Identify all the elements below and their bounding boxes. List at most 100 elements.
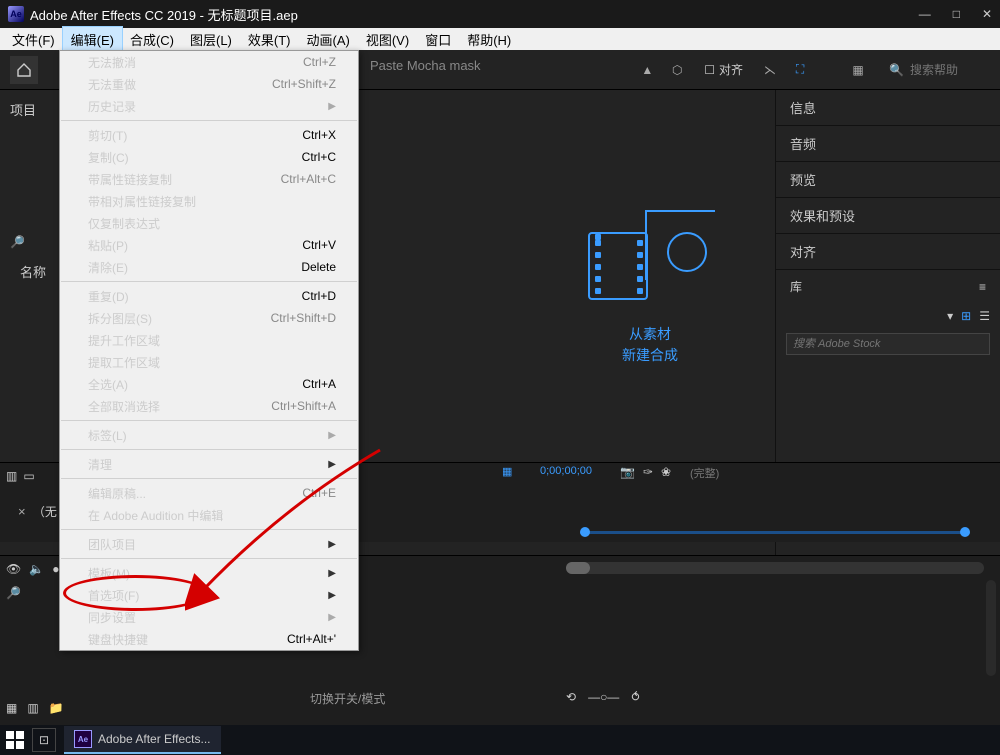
menu-item[interactable]: 首选项(F)▶	[60, 584, 358, 606]
search-icon: 🔍	[889, 63, 904, 77]
menu-item[interactable]: 重复(D)Ctrl+D	[60, 285, 358, 307]
footer-icon[interactable]: ▭	[23, 469, 34, 483]
resolution-label[interactable]: (完整)	[690, 465, 719, 481]
speaker-icon[interactable]: 🔈	[29, 562, 44, 576]
tool-icon[interactable]: ⛶	[789, 59, 811, 81]
menu-item: 在 Adobe Audition 中编辑	[60, 504, 358, 526]
minimize-button[interactable]: —	[919, 7, 931, 21]
panel-preview[interactable]: 预览	[776, 162, 1000, 198]
menu-help[interactable]: 帮助(H)	[459, 27, 519, 52]
project-panel-label: 项目	[6, 96, 53, 123]
snap-toggle[interactable]: ☐ 对齐	[696, 57, 751, 82]
menu-item[interactable]: 复制(C)Ctrl+C	[60, 146, 358, 168]
menu-animation[interactable]: 动画(A)	[299, 27, 358, 52]
menu-item: 带属性链接复制Ctrl+Alt+C	[60, 168, 358, 190]
time-navigator[interactable]	[560, 525, 980, 539]
menu-file[interactable]: 文件(F)	[4, 27, 63, 52]
camera-icon[interactable]: 📷	[620, 465, 635, 479]
menu-item[interactable]: 剪切(T)Ctrl+X	[60, 124, 358, 146]
start-button[interactable]	[6, 731, 24, 749]
footer-icon[interactable]: ▥	[6, 469, 17, 483]
panel-audio[interactable]: 音频	[776, 126, 1000, 162]
toggle-icon[interactable]: —○—	[588, 690, 619, 704]
menu-item: 无法重做Ctrl+Shift+Z	[60, 73, 358, 95]
placeholder-line2: 新建合成	[560, 345, 740, 366]
panel-menu-icon[interactable]: ≡	[979, 280, 986, 294]
workspace-icon[interactable]: ▦	[847, 59, 869, 81]
maximize-button[interactable]: □	[953, 7, 960, 21]
menu-item[interactable]: 清理▶	[60, 453, 358, 475]
timeline-vscroll[interactable]	[986, 580, 996, 676]
footer-tool-icon[interactable]: ▦	[6, 701, 17, 715]
menu-item: 标签(L)▶	[60, 424, 358, 446]
help-search[interactable]: 🔍	[877, 63, 990, 77]
project-name-column[interactable]: 名称	[20, 262, 46, 281]
menu-item: 全部取消选择Ctrl+Shift+A	[60, 395, 358, 417]
menu-item: 带相对属性链接复制	[60, 190, 358, 212]
panel-align[interactable]: 对齐	[776, 234, 1000, 270]
menu-item[interactable]: 团队项目▶	[60, 533, 358, 555]
tool-icon[interactable]: ⬡	[666, 59, 688, 81]
menu-item[interactable]: 全选(A)Ctrl+A	[60, 373, 358, 395]
window-title: Adobe After Effects CC 2019 - 无标题项目.aep	[30, 5, 919, 24]
menu-item: 无法撤消Ctrl+Z	[60, 51, 358, 73]
paste-mocha-item[interactable]: Paste Mocha mask	[370, 58, 481, 73]
footer-tool-icon[interactable]: ▥	[27, 701, 38, 715]
menu-item: 仅复制表达式	[60, 212, 358, 234]
toggle-icon[interactable]: ⟲	[566, 690, 576, 704]
windows-taskbar: ⊡ Ae Adobe After Effects...	[0, 725, 1000, 755]
title-bar: Ae Adobe After Effects CC 2019 - 无标题项目.a…	[0, 0, 1000, 28]
eye-icon[interactable]: 👁	[6, 562, 21, 576]
timeline-search[interactable]: 🔎	[6, 586, 21, 600]
placeholder-art	[580, 210, 720, 310]
grid-view-icon[interactable]: ⊞	[961, 309, 971, 323]
menu-layer[interactable]: 图层(L)	[182, 27, 240, 52]
menu-item[interactable]: 模板(M)▶	[60, 562, 358, 584]
snap-label: 对齐	[719, 61, 743, 78]
slider-start-handle[interactable]	[580, 527, 590, 537]
tool-icon[interactable]: ▲	[636, 59, 658, 81]
timeline-hscroll[interactable]	[566, 562, 984, 574]
dropdown-icon[interactable]: ▾	[947, 309, 953, 323]
menu-view[interactable]: 视图(V)	[358, 27, 417, 52]
list-view-icon[interactable]: ☰	[979, 309, 990, 323]
slider-end-handle[interactable]	[960, 527, 970, 537]
menu-item[interactable]: 键盘快捷键Ctrl+Alt+'	[60, 628, 358, 650]
timeline-tab[interactable]: × （无	[18, 503, 57, 520]
menu-item: 历史记录▶	[60, 95, 358, 117]
scroll-handle[interactable]	[566, 562, 590, 574]
footer-icon[interactable]: ✑	[643, 465, 653, 479]
toggle-icon[interactable]: ⥀	[631, 690, 639, 704]
panel-info[interactable]: 信息	[776, 90, 1000, 126]
search-icon: 🔎	[10, 235, 25, 249]
project-search[interactable]: 🔎	[10, 235, 25, 249]
tool-icon[interactable]: ⋋	[759, 59, 781, 81]
menu-item: 拆分图层(S)Ctrl+Shift+D	[60, 307, 358, 329]
stock-search-input[interactable]	[786, 333, 990, 355]
menu-item[interactable]: 粘贴(P)Ctrl+V	[60, 234, 358, 256]
project-footer-tools: ▦ ▥ 📁	[6, 701, 64, 715]
task-view-icon[interactable]: ⊡	[32, 728, 56, 752]
panel-effects[interactable]: 效果和预设	[776, 198, 1000, 234]
menu-window[interactable]: 窗口	[417, 27, 459, 52]
new-folder-icon[interactable]: 📁	[49, 701, 64, 715]
menu-item[interactable]: 清除(E)Delete	[60, 256, 358, 278]
placeholder-line1: 从素材	[560, 324, 740, 345]
app-icon: Ae	[8, 6, 24, 22]
footer-icon[interactable]: ▦	[502, 465, 512, 478]
help-search-input[interactable]	[910, 63, 990, 77]
new-comp-placeholder[interactable]: 从素材 新建合成	[560, 210, 740, 366]
timecode-display[interactable]: 0;00;00;00	[540, 465, 592, 477]
menu-item: 提取工作区域	[60, 351, 358, 373]
menu-edit[interactable]: 编辑(E)	[63, 27, 122, 52]
menu-effect[interactable]: 效果(T)	[240, 27, 299, 52]
search-icon: 🔎	[6, 586, 21, 600]
taskbar-app-after-effects[interactable]: Ae Adobe After Effects...	[64, 726, 221, 754]
edit-menu-dropdown: 无法撤消Ctrl+Z无法重做Ctrl+Shift+Z历史记录▶ 剪切(T)Ctrl…	[59, 50, 359, 651]
toggle-switches-label[interactable]: 切换开关/模式	[310, 690, 385, 707]
menu-composition[interactable]: 合成(C)	[122, 27, 182, 52]
menu-item: 提升工作区域	[60, 329, 358, 351]
home-button[interactable]	[10, 56, 38, 84]
close-button[interactable]: ✕	[982, 7, 992, 21]
footer-icon[interactable]: ❀	[661, 465, 671, 479]
